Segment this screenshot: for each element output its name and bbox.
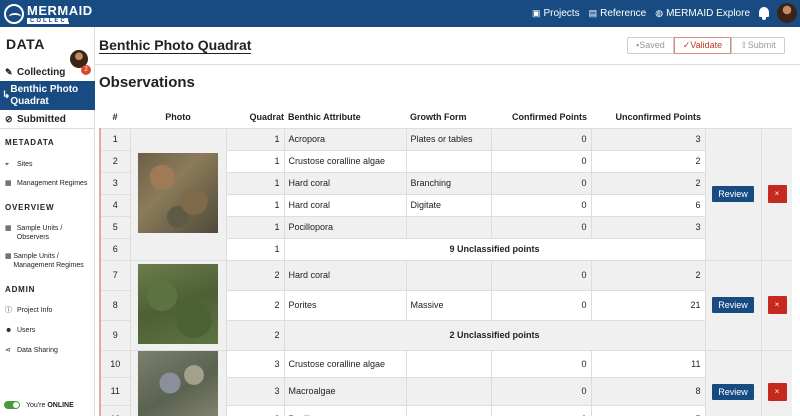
table-row: 10 3 Crustose coralline algae 0 11 Revie… [99,349,792,416]
column-header: Quadrat [226,106,284,128]
sidebar-item-sample-units-management[interactable]: ▦ Sample Units / Management Regimes [5,252,95,270]
unclassified-points: 2 Unclassified points [283,319,706,351]
sidebar-item-sample-units-observers[interactable]: ▦ Sample Units / Observers [5,224,95,242]
projects-icon: ▣ [531,8,541,18]
observations-table-wrap: # Photo Quadrat Benthic Attribute Growth… [99,106,792,416]
column-header: # [100,106,130,128]
page-title: Benthic Photo Quadrat [99,37,252,54]
table-header-row: # Photo Quadrat Benthic Attribute Growth… [100,106,792,128]
page-header: Benthic Photo Quadrat ▪Saved ✓Validate ⇧… [95,27,800,65]
sidebar-item-submitted[interactable]: ⊘ Submitted [0,111,95,129]
table-row: 7 2 Hard coral 0 2 Review × [99,259,792,351]
section-admin: ADMIN [5,285,36,294]
management-icon: ▦ [5,180,12,187]
column-header: Growth Form [406,106,491,128]
logo-main-text: MERMAID [27,3,93,18]
globe-icon: ◍ [655,8,664,18]
column-header: Photo [130,106,226,128]
logo-sub-text: COLLECT [27,18,70,24]
review-button[interactable]: Review [712,186,754,202]
overview-icon: ▦ [5,225,12,232]
share-icon: ⋖ [5,347,11,354]
delete-button[interactable]: × [767,185,787,203]
return-arrow-icon: ↳ [2,89,11,101]
observations-title: Observations [99,74,195,91]
info-icon: ⓘ [5,307,12,314]
submit-button[interactable]: ⇧Submit [731,37,785,54]
sidebar: DATA 2 ✎ Collecting ↳ Benthic Photo Quadr… [0,27,95,416]
top-bar: MERMAID COLLECT ▣ Projects ▤ Reference ◍… [0,0,800,27]
review-button[interactable]: Review [712,383,754,400]
quadrat-photo-3[interactable] [138,350,218,416]
overview-icon: ▦ [5,253,12,260]
reference-icon: ▤ [588,8,598,18]
sidebar-item-users[interactable]: ☻ Users [5,326,95,335]
column-header: Unconfirmed Points [591,106,705,128]
table-row: 1 1 Acropora Plates or tables 0 3 Review… [99,127,792,261]
section-overview: OVERVIEW [5,203,55,212]
section-metadata: METADATA [5,138,55,147]
sidebar-item-data-sharing[interactable]: ⋖ Data Sharing [5,346,95,355]
delete-button[interactable]: × [767,296,787,314]
sidebar-item-management-regimes[interactable]: ▦ Management Regimes [5,179,95,188]
workflow-steps: ▪Saved ✓Validate ⇧Submit [627,37,785,54]
nav-reference[interactable]: ▤ Reference [589,8,647,19]
nav-mermaid-explore[interactable]: ◍ MERMAID Explore [655,8,750,19]
quadrat-photo-2[interactable] [138,264,218,344]
observations-table: # Photo Quadrat Benthic Attribute Growth… [99,106,792,416]
bell-icon[interactable] [757,5,771,21]
column-header: Confirmed Points [491,106,591,128]
edit-icon: ✎ [5,66,13,77]
unclassified-points: 9 Unclassified points [283,237,706,261]
nav-projects[interactable]: ▣ Projects [532,8,580,19]
sites-icon: ⌖ [5,161,9,168]
check-circle-icon: ⊘ [5,114,13,124]
sidebar-item-benthic-photo-quadrat[interactable]: ↳ Benthic Photo Quadrat [0,81,95,110]
column-header: Benthic Attribute [284,106,406,128]
review-button[interactable]: Review [712,297,754,313]
sidebar-title: DATA [6,36,45,52]
mermaid-logo[interactable]: MERMAID COLLECT [4,3,93,25]
sidebar-item-sites[interactable]: ⌖ Sites [5,160,95,169]
mermaid-logo-icon [4,4,24,24]
user-avatar[interactable] [777,3,797,23]
sidebar-item-collecting[interactable]: ✎ Collecting [0,63,95,81]
upload-icon: ⇧ [740,40,748,50]
online-toggle[interactable] [4,401,20,409]
users-icon: ☻ [5,327,13,334]
validate-button[interactable]: ✓Validate [673,37,732,54]
delete-button[interactable]: × [767,382,787,401]
quadrat-photo-1[interactable] [138,153,218,233]
top-nav: ▣ Projects ▤ Reference ◍ MERMAID Explore [523,0,750,27]
online-status: You're ONLINE [4,401,74,409]
sidebar-item-project-info[interactable]: ⓘ Project Info [5,306,95,315]
saved-button[interactable]: ▪Saved [627,37,674,54]
